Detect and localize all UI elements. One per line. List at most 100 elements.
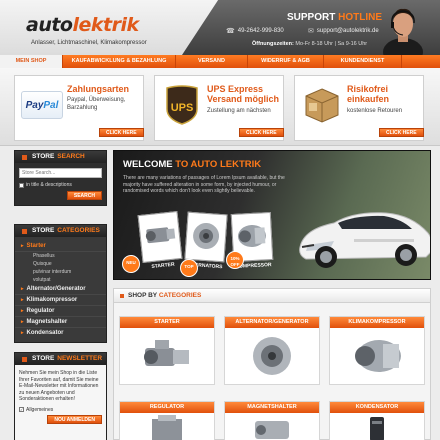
site-logo[interactable]: autolektrik Anlasser, Lichtmaschinel, Kl… <box>26 14 176 48</box>
shop-by-categories-title: SHOP BY CATEGORIES <box>114 289 430 303</box>
promo-title: Zahlungsarten <box>67 84 130 94</box>
newsletter-subscribe-button[interactable]: NOU ANMELDEN <box>47 414 102 424</box>
email-address[interactable]: support@autolektrik.de <box>317 28 379 34</box>
badge-top: TOP <box>180 259 198 277</box>
promo-title: UPS Express Versand möglich <box>207 84 280 104</box>
bullet-icon <box>22 228 27 234</box>
subcategory-item[interactable]: pulvinar interdum <box>15 268 106 276</box>
alternator-image <box>193 223 220 250</box>
starter-motor-image <box>120 328 214 384</box>
support-hotline-title: SUPPORT HOTLINE <box>287 12 383 23</box>
category-tile-title: MAGNETSHALTER <box>225 402 319 413</box>
svg-text:UPS: UPS <box>171 102 194 114</box>
arrow-right-icon: ▸ <box>21 319 24 325</box>
category-alternator[interactable]: ▸ Alternator/Generator <box>15 284 106 295</box>
paypal-logo: Pay Pal <box>19 82 65 128</box>
category-tile-kondensator[interactable]: KONDENSATOR <box>329 401 425 440</box>
category-tile-alternator[interactable]: ALTERNATOR/GENERATOR <box>224 316 320 385</box>
nav-item-kundendienst[interactable]: KUNDENDIENST <box>324 55 402 68</box>
store-newsletter-title: STORE NEWSLETTER <box>15 353 106 365</box>
email-contact[interactable]: ✉ support@autolektrik.de <box>308 27 379 35</box>
category-regulator[interactable]: ▸ Regulator <box>15 306 106 317</box>
store-categories-box: STORE CATEGORIES ▸ Starter Phasellus Quisq… <box>14 224 107 343</box>
click-here-button[interactable]: CLICK HERE <box>99 128 144 137</box>
car-image <box>299 212 430 268</box>
checkbox[interactable]: ✓ <box>19 407 24 412</box>
category-list: ▸ Starter Phasellus Quisque pulvinar inte… <box>15 237 106 342</box>
category-tile-title: ALTERNATOR/GENERATOR <box>225 317 319 328</box>
store-search-box: STORESEARCH ✓ in title & descriptions SE… <box>14 150 107 206</box>
click-here-button[interactable]: CLICK HERE <box>379 128 424 137</box>
badge-new: NEU <box>122 255 140 273</box>
nav-item-kaufabwicklung[interactable]: KAUFABWICKLUNG & BEZAHLUNG <box>63 55 176 68</box>
category-tile-klimakompressor[interactable]: KLIMAKOMPRESSOR <box>329 316 425 385</box>
regulator-image <box>120 413 214 440</box>
category-tile-regulator[interactable]: REGULATOR <box>119 401 215 440</box>
compressor-image <box>330 328 424 384</box>
promo-ups: UPS UPS Express Versand möglich Zustellu… <box>154 75 284 141</box>
subcategory-item[interactable]: volutpat <box>15 276 106 284</box>
arrow-right-icon: ▸ <box>21 308 24 314</box>
store-search-title: STORE SEARCH <box>15 151 106 163</box>
category-kondensator[interactable]: ▸ Kondensator <box>15 328 106 338</box>
slider-thumb-alternators[interactable]: ALTERNATORS <box>184 211 228 270</box>
starter-motor-image <box>145 227 176 244</box>
store-newsletter-box: STORE NEWSLETTER Nehmen Sie mein Shop in … <box>14 352 107 440</box>
category-tile-title: KONDENSATOR <box>330 402 424 413</box>
promo-payment: Pay Pal Zahlungsarten Paypal, Überweisung… <box>14 75 144 141</box>
phone-contact: ☎ 49-2642-999-830 <box>226 27 284 35</box>
phone-number: 49-2642-999-830 <box>237 28 284 34</box>
phone-icon: ☎ <box>226 28 235 35</box>
promo-text: Zustellung am nächsten <box>207 108 271 114</box>
slider-text: There are many variations of passages of… <box>123 175 285 194</box>
category-magnetshalter[interactable]: ▸ Magnetshalter <box>15 317 106 328</box>
newsletter-description: Nehmen Sie mein Shop in die Liste Ihrer … <box>19 370 99 402</box>
nav-item-mein-shop[interactable]: MEIN SHOP <box>0 55 63 68</box>
subcategory-item[interactable]: Phasellus <box>15 252 106 260</box>
checkbox[interactable]: ✓ <box>19 182 24 188</box>
promo-title: Risikofrei einkaufen <box>347 84 390 104</box>
bullet-icon <box>22 154 27 160</box>
hero-slider[interactable]: WELCOME TO AUTO LEKTRIK There are many v… <box>113 150 431 280</box>
arrow-right-icon: ▸ <box>21 330 24 336</box>
nav-item-widerruf-agb[interactable]: WIDERRUF & AGB <box>248 55 324 68</box>
category-tile-magnetshalter[interactable]: MAGNETSHALTER <box>224 401 320 440</box>
slider-thumb-starter[interactable]: STARTER <box>137 211 183 270</box>
opening-hours: Öffnungszeiten: Mo-Fr 8-18 Uhr | Sa 9-16… <box>252 41 368 47</box>
store-categories-title: STORE CATEGORIES <box>15 225 106 237</box>
promo-text: Paypal, Überweisung, Barzahlung <box>67 97 126 111</box>
click-here-button[interactable]: CLICK HERE <box>239 128 284 137</box>
promo-text: kostenlose Retouren <box>347 108 403 114</box>
nav-item-versand[interactable]: VERSAND <box>176 55 248 68</box>
condenser-image <box>330 413 424 440</box>
category-klimakompressor[interactable]: ▸ Klimakompressor <box>15 295 106 306</box>
main-nav: MEIN SHOP KAUFABWICKLUNG & BEZAHLUNG VER… <box>0 55 440 68</box>
package-icon <box>299 82 345 128</box>
search-input[interactable] <box>19 168 102 178</box>
search-button[interactable]: SEARCH <box>66 191 102 200</box>
support-agent-photo <box>383 8 423 55</box>
category-tile-title: KLIMAKOMPRESSOR <box>330 317 424 328</box>
subcategory-item[interactable]: Quisque <box>15 260 106 268</box>
category-starter[interactable]: ▸ Starter <box>15 241 106 252</box>
badge-discount: 10% OFF <box>226 251 244 269</box>
bullet-icon <box>120 294 124 298</box>
thumb-label: STARTER <box>151 261 175 271</box>
ups-logo: UPS <box>159 82 205 128</box>
alternator-image <box>225 328 319 384</box>
shop-by-categories: SHOP BY CATEGORIES STARTER ALTERNATOR/GE… <box>113 288 431 440</box>
logo-wordmark: autolektrik <box>26 14 139 36</box>
category-tile-starter[interactable]: STARTER <box>119 316 215 385</box>
solenoid-image <box>225 413 319 440</box>
mail-icon: ✉ <box>308 28 314 35</box>
arrow-right-icon: ▸ <box>21 286 24 292</box>
arrow-right-icon: ▸ <box>21 243 24 249</box>
logo-tagline: Anlasser, Lichtmaschinel, Klimakompresso… <box>31 40 147 46</box>
slider-title: WELCOME TO AUTO LEKTRIK <box>123 159 262 170</box>
bullet-icon <box>22 356 27 362</box>
arrow-right-icon: ▸ <box>21 297 24 303</box>
promo-risk-free: Risikofrei einkaufen kostenlose Retouren… <box>294 75 424 141</box>
category-tile-title: REGULATOR <box>120 402 214 413</box>
site-header: autolektrik Anlasser, Lichtmaschinel, Kl… <box>0 0 440 55</box>
category-tile-title: STARTER <box>120 317 214 328</box>
